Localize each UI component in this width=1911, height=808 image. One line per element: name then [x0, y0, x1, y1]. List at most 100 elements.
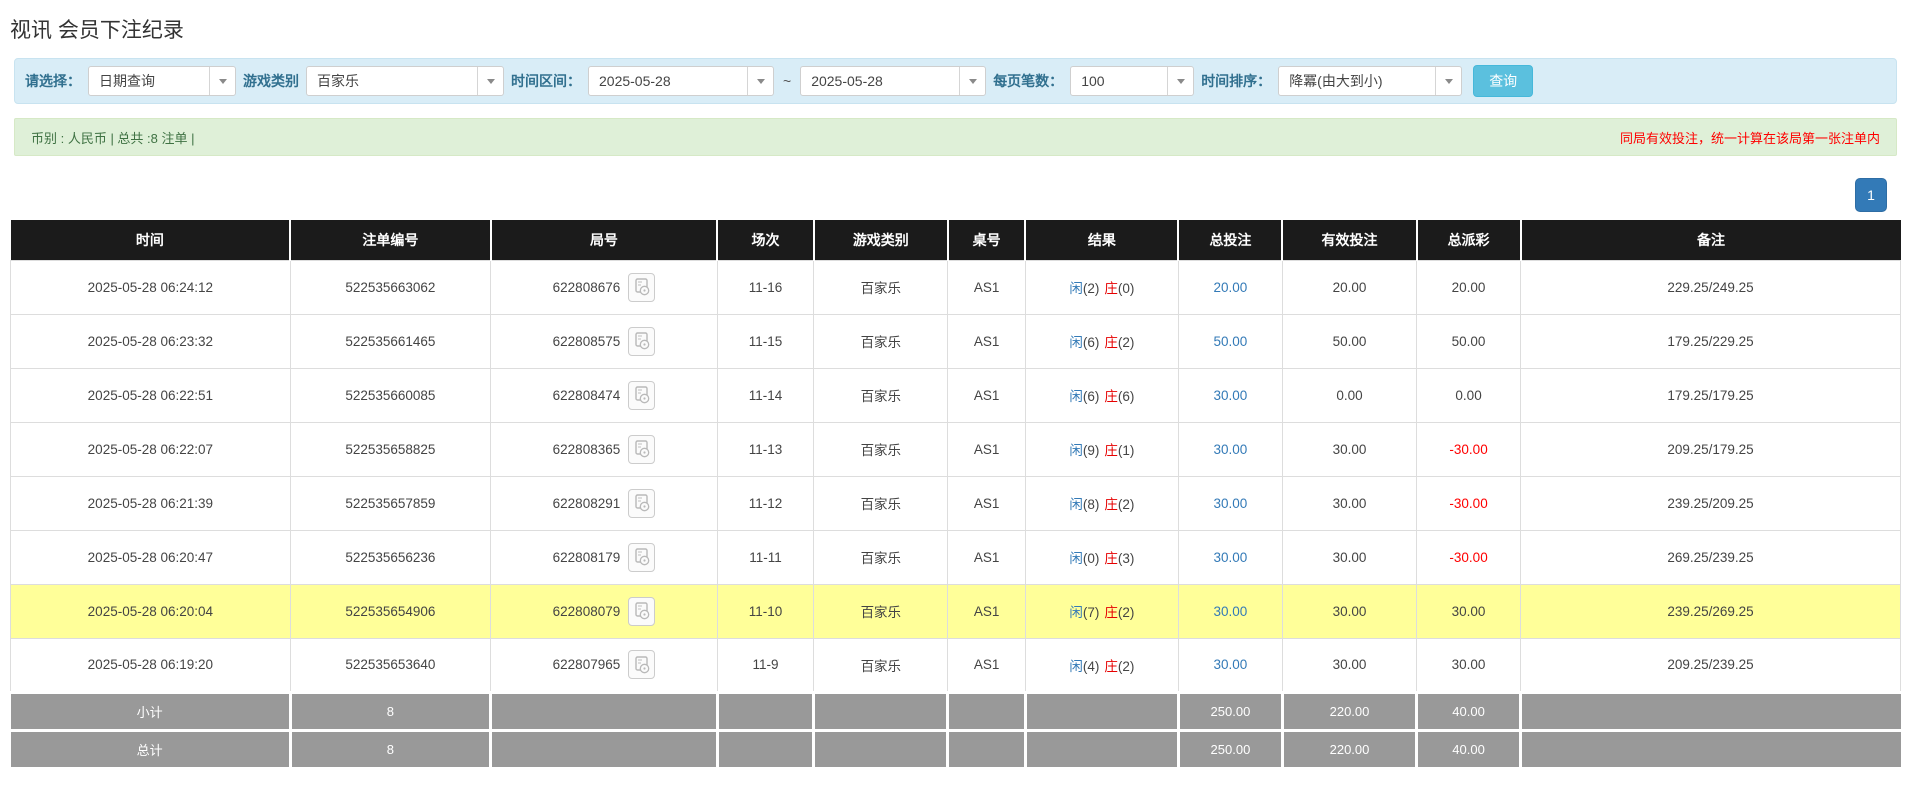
subtotal-valid-bet: 220.00	[1282, 692, 1416, 730]
video-replay-button[interactable]	[628, 650, 655, 679]
cell-session: 11-12	[717, 476, 813, 530]
cell-total-bet: 20.00	[1178, 260, 1282, 314]
total-bet-link[interactable]: 30.00	[1214, 604, 1248, 619]
total-bet-link[interactable]: 20.00	[1214, 280, 1248, 295]
cell-payout: 50.00	[1417, 314, 1521, 368]
search-button[interactable]: 查询	[1473, 65, 1533, 97]
player-result-label: 闲	[1069, 497, 1083, 512]
banker-result-label: 庄	[1104, 389, 1118, 404]
video-replay-button[interactable]	[628, 489, 655, 518]
cell-time: 2025-05-28 06:20:04	[11, 584, 291, 638]
chevron-down-icon[interactable]	[747, 67, 773, 95]
player-result-value: (9)	[1083, 443, 1100, 458]
chevron-down-icon[interactable]	[209, 67, 235, 95]
banker-result-label: 庄	[1104, 281, 1118, 296]
cell-table-no: AS1	[948, 584, 1025, 638]
round-number: 622808291	[553, 496, 621, 511]
table-header: 时间 注单编号 局号 场次 游戏类别 桌号 结果 总投注 有效投注 总派彩 备注	[11, 220, 1901, 260]
table-footer: 小计 8 250.00 220.00 40.00 总计 8 250.00 220…	[11, 692, 1901, 768]
page-1-button[interactable]: 1	[1855, 178, 1887, 212]
video-replay-button[interactable]	[628, 597, 655, 626]
chevron-down-icon[interactable]	[959, 67, 985, 95]
cell-round: 622808365	[491, 422, 718, 476]
subtotal-label: 小计	[11, 692, 291, 730]
cell-game: 百家乐	[814, 530, 948, 584]
query-type-value: 日期查询	[89, 71, 209, 91]
table-row: 2025-05-28 06:20:47 522535656236 6228081…	[11, 530, 1901, 584]
film-icon	[634, 548, 650, 566]
per-page-value: 100	[1071, 73, 1167, 89]
cell-bet-id: 522535656236	[290, 530, 490, 584]
cell-total-bet: 30.00	[1178, 422, 1282, 476]
banker-result-value: (3)	[1118, 551, 1135, 566]
video-replay-button[interactable]	[628, 327, 655, 356]
pagination: 1	[0, 156, 1911, 220]
cell-note: 239.25/269.25	[1521, 584, 1901, 638]
cell-total-bet: 30.00	[1178, 638, 1282, 692]
cell-payout: 20.00	[1417, 260, 1521, 314]
cell-payout: 30.00	[1417, 584, 1521, 638]
cell-time: 2025-05-28 06:21:39	[11, 476, 291, 530]
cell-session: 11-11	[717, 530, 813, 584]
cell-game: 百家乐	[814, 314, 948, 368]
time-sort-select[interactable]: 降冪(由大到小)	[1278, 66, 1462, 96]
cell-note: 209.25/179.25	[1521, 422, 1901, 476]
cell-game: 百家乐	[814, 584, 948, 638]
header-bet-id: 注单编号	[290, 220, 490, 260]
date-from-select[interactable]: 2025-05-28	[588, 66, 774, 96]
cell-table-no: AS1	[948, 422, 1025, 476]
chevron-down-icon[interactable]	[1435, 67, 1461, 95]
cell-table-no: AS1	[948, 530, 1025, 584]
cell-round: 622808079	[491, 584, 718, 638]
film-icon	[634, 332, 650, 350]
chevron-down-icon[interactable]	[477, 67, 503, 95]
cell-payout: -30.00	[1417, 476, 1521, 530]
cell-valid-bet: 30.00	[1282, 530, 1416, 584]
cell-result: 闲(6)庄(2)	[1025, 314, 1178, 368]
cell-bet-id: 522535654906	[290, 584, 490, 638]
cell-session: 11-16	[717, 260, 813, 314]
player-result-label: 闲	[1069, 335, 1083, 350]
total-total-bet: 250.00	[1178, 730, 1282, 768]
total-count: 8	[290, 730, 490, 768]
player-result-value: (0)	[1083, 551, 1100, 566]
cell-total-bet: 30.00	[1178, 530, 1282, 584]
chevron-down-icon[interactable]	[1167, 67, 1193, 95]
valid-bet-notice: 同局有效投注，统一计算在该局第一张注单内	[1620, 128, 1880, 147]
header-game: 游戏类别	[814, 220, 948, 260]
cell-bet-id: 522535653640	[290, 638, 490, 692]
per-page-select[interactable]: 100	[1070, 66, 1194, 96]
subtotal-payout: 40.00	[1417, 692, 1521, 730]
cell-valid-bet: 30.00	[1282, 638, 1416, 692]
total-bet-link[interactable]: 30.00	[1214, 657, 1248, 672]
header-total-bet: 总投注	[1178, 220, 1282, 260]
cell-result: 闲(2)庄(0)	[1025, 260, 1178, 314]
cell-session: 11-13	[717, 422, 813, 476]
cell-bet-id: 522535657859	[290, 476, 490, 530]
cell-time: 2025-05-28 06:19:20	[11, 638, 291, 692]
cell-note: 239.25/209.25	[1521, 476, 1901, 530]
total-bet-link[interactable]: 50.00	[1214, 334, 1248, 349]
total-bet-link[interactable]: 30.00	[1214, 550, 1248, 565]
game-category-select[interactable]: 百家乐	[306, 66, 504, 96]
round-number: 622807965	[553, 657, 621, 672]
video-replay-button[interactable]	[628, 435, 655, 464]
cell-table-no: AS1	[948, 314, 1025, 368]
video-replay-button[interactable]	[628, 381, 655, 410]
total-bet-link[interactable]: 30.00	[1214, 496, 1248, 511]
player-result-label: 闲	[1069, 389, 1083, 404]
cell-result: 闲(6)庄(6)	[1025, 368, 1178, 422]
film-icon	[634, 386, 650, 404]
total-bet-link[interactable]: 30.00	[1214, 442, 1248, 457]
total-bet-link[interactable]: 30.00	[1214, 388, 1248, 403]
video-replay-button[interactable]	[628, 273, 655, 302]
select-type-label: 请选择：	[25, 71, 81, 91]
date-to-select[interactable]: 2025-05-28	[800, 66, 986, 96]
query-type-select[interactable]: 日期查询	[88, 66, 236, 96]
cell-valid-bet: 30.00	[1282, 584, 1416, 638]
cell-result: 闲(7)庄(2)	[1025, 584, 1178, 638]
film-icon	[634, 656, 650, 674]
cell-time: 2025-05-28 06:23:32	[11, 314, 291, 368]
cell-table-no: AS1	[948, 638, 1025, 692]
video-replay-button[interactable]	[628, 543, 655, 572]
